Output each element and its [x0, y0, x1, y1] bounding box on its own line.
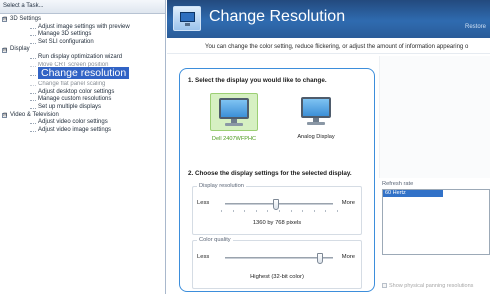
- step2-label: 2. Choose the display settings for the s…: [188, 170, 352, 177]
- slider-tick: [279, 210, 280, 212]
- monitor-icon: [219, 98, 249, 126]
- resolution-value: 1360 by 768 pixels: [252, 220, 302, 226]
- tree-item-label: Adjust image settings with preview: [38, 23, 130, 30]
- slider-tick: [337, 210, 338, 212]
- page-description: You can change the color setting, reduce…: [167, 38, 490, 54]
- tree-item[interactable]: Change resolution: [0, 67, 165, 81]
- tree-item[interactable]: Run display optimization wizard: [0, 54, 165, 62]
- slider-tick: [221, 210, 222, 212]
- slider-tick: [232, 210, 234, 212]
- slider-tick: [290, 210, 292, 212]
- page-title: Change Resolution: [209, 8, 346, 25]
- slider-more-label: More: [341, 200, 355, 206]
- slider-more-label: More: [341, 254, 355, 260]
- physical-panning-checkbox[interactable]: [382, 283, 387, 289]
- display-tile-analog[interactable]: Analog Display: [292, 93, 340, 140]
- tree-category[interactable]: ⊟ 3D Settings: [0, 16, 165, 24]
- tree-item[interactable]: Manage 3D settings: [0, 31, 165, 39]
- slider-tick: [313, 210, 315, 212]
- tree-category[interactable]: ⊟ Video & Television: [0, 112, 165, 120]
- refresh-rate-group: Refresh rate 60 Hertz: [382, 181, 490, 255]
- tree-category[interactable]: ⊟ Display: [0, 46, 165, 54]
- tree-item-label: Set up multiple displays: [38, 103, 102, 110]
- refresh-rate-list[interactable]: 60 Hertz: [382, 189, 490, 255]
- tree-item[interactable]: Adjust image settings with preview: [0, 24, 165, 32]
- collapse-icon[interactable]: ⊟: [2, 17, 7, 23]
- slider-tick: [255, 210, 257, 212]
- tree-item-label: Adjust video image settings: [38, 126, 112, 133]
- physical-panning-checkbox-row[interactable]: Show physical panning resolutions: [382, 283, 490, 289]
- main-pane: Change Resolution Restore You can change…: [167, 0, 490, 294]
- tree-item[interactable]: Adjust video image settings: [0, 127, 165, 135]
- slider-tick: [244, 210, 246, 212]
- tree-item-label: Display: [10, 46, 30, 53]
- refresh-rate-option[interactable]: 60 Hertz: [383, 190, 443, 197]
- slider-tick: [267, 210, 269, 212]
- slider-less-label: Less: [197, 254, 210, 260]
- tree-item-label: Manage 3D settings: [38, 31, 92, 38]
- task-sidebar: Select a Task... ⊟ 3D Settings Adjust imag…: [0, 0, 166, 294]
- resolution-slider-thumb[interactable]: [272, 199, 279, 210]
- tree-item-label: Adjust desktop color settings: [38, 88, 115, 95]
- tree-item[interactable]: Manage custom resolutions: [0, 96, 165, 104]
- tree-item-label: Video & Television: [10, 111, 59, 118]
- refresh-rate-label: Refresh rate: [382, 181, 414, 187]
- tree-item-label: Set SLI configuration: [38, 38, 94, 45]
- color-quality-title: Color quality: [197, 237, 233, 243]
- tree-item-label: 3D Settings: [10, 16, 42, 22]
- tree-item-label: Adjust video color settings: [38, 119, 108, 126]
- task-tree: ⊟ 3D Settings Adjust image settings with p…: [0, 14, 165, 134]
- tree-item[interactable]: Set up multiple displays: [0, 104, 165, 112]
- slider-tick: [302, 210, 304, 212]
- display-resolution-group: Display resolution Less More 1360 by 768…: [192, 183, 362, 235]
- monitor-icon: [301, 97, 331, 125]
- display-settings-icon: [173, 6, 201, 31]
- settings-panel: 1. Select the display you would like to …: [179, 68, 375, 292]
- tree-item-label: Run display optimization wizard: [38, 53, 123, 60]
- physical-panning-label: Show physical panning resolutions: [389, 283, 474, 289]
- task-sidebar-header: Select a Task...: [0, 0, 165, 14]
- tree-item[interactable]: Adjust desktop color settings: [0, 89, 165, 97]
- tree-item[interactable]: Set SLI configuration: [0, 39, 165, 47]
- display-resolution-title: Display resolution: [197, 183, 246, 189]
- tree-item-label: Manage custom resolutions: [38, 96, 112, 103]
- resolution-ticks: [221, 210, 338, 213]
- tree-item-label: Change flat panel scaling: [38, 81, 106, 88]
- display-name: Analog Display: [297, 134, 335, 140]
- slider-less-label: Less: [197, 200, 210, 206]
- tree-item-label: Change resolution: [38, 67, 130, 80]
- collapse-icon[interactable]: ⊟: [2, 47, 7, 53]
- color-quality-value: Highest (32-bit color): [250, 274, 304, 280]
- display-tile-dell[interactable]: Dell 2407WFPHC: [210, 93, 258, 142]
- color-quality-slider-thumb[interactable]: [317, 253, 324, 264]
- slider-tick: [325, 210, 327, 212]
- resolution-slider-track[interactable]: [225, 199, 333, 210]
- display-name: Dell 2407WFPHC: [211, 136, 257, 142]
- tree-item[interactable]: Change flat panel scaling: [0, 81, 165, 89]
- preview-area: [379, 56, 490, 178]
- restore-defaults-link[interactable]: Restore: [465, 24, 486, 30]
- step1-label: 1. Select the display you would like to …: [188, 77, 327, 84]
- color-quality-slider-track[interactable]: [225, 253, 333, 264]
- collapse-icon[interactable]: ⊟: [2, 112, 7, 118]
- page-header: Change Resolution Restore: [167, 0, 490, 38]
- tree-item[interactable]: Adjust video color settings: [0, 119, 165, 127]
- color-quality-group: Color quality Less More Highest (32-bit …: [192, 237, 362, 289]
